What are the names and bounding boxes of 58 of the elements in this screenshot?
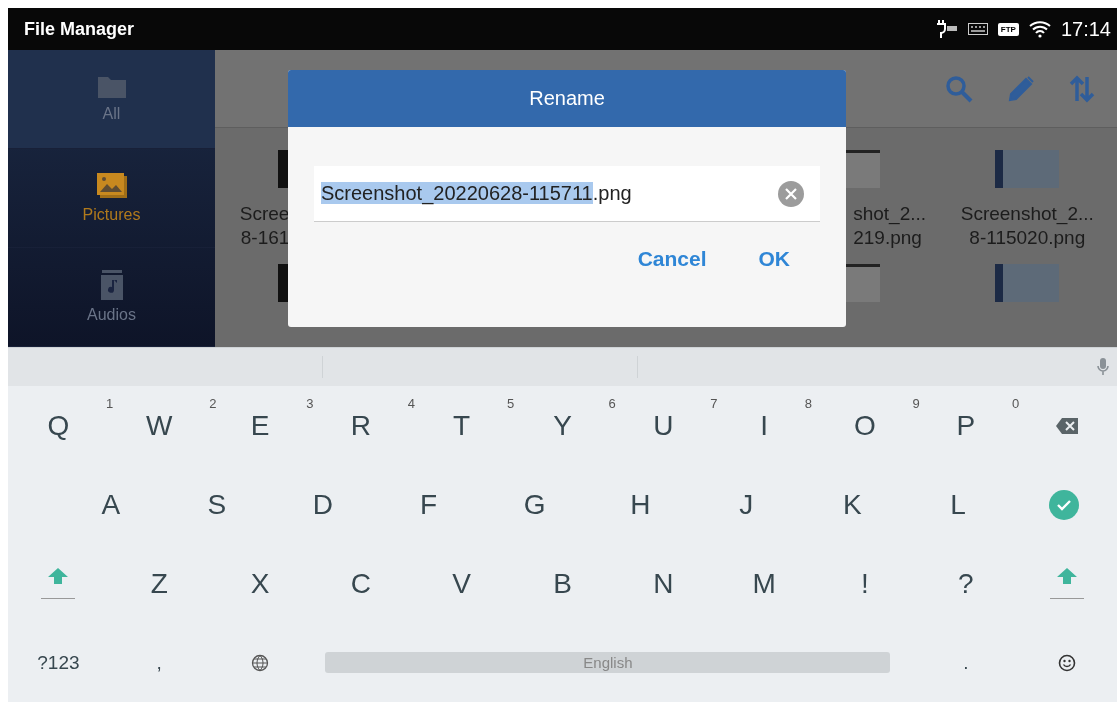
keyboard-key[interactable]: C bbox=[338, 559, 383, 608]
keyboard-key[interactable]: H bbox=[618, 480, 663, 529]
clear-icon[interactable] bbox=[778, 180, 804, 207]
keyboard-key[interactable]: J bbox=[727, 480, 766, 529]
keyboard-key[interactable]: ! bbox=[849, 559, 881, 608]
shift-icon[interactable] bbox=[48, 568, 69, 584]
ftp-badge: FTP bbox=[997, 22, 1019, 36]
search-icon[interactable] bbox=[945, 74, 973, 103]
keyboard-key[interactable]: G bbox=[511, 480, 558, 529]
key-hint: 0 bbox=[1011, 395, 1020, 411]
keyboard-key[interactable]: D bbox=[300, 480, 345, 529]
globe-icon[interactable] bbox=[251, 653, 270, 672]
keyboard-key[interactable]: ?123 bbox=[25, 643, 92, 682]
key-hint: 9 bbox=[912, 395, 920, 411]
keyboard-key[interactable]: S bbox=[195, 480, 239, 529]
keyboard-key[interactable]: N bbox=[641, 559, 686, 608]
keyboard-key[interactable]: K bbox=[830, 480, 874, 529]
key-hint: 1 bbox=[106, 395, 114, 411]
keyboard-key[interactable]: B bbox=[541, 559, 584, 608]
keyboard-key[interactable]: V bbox=[440, 559, 483, 608]
keyboard-key[interactable]: ? bbox=[945, 559, 986, 608]
music-icon bbox=[99, 270, 124, 300]
plug-icon bbox=[935, 19, 958, 39]
image-thumbnail[interactable] bbox=[995, 150, 1060, 188]
key-hint: 3 bbox=[306, 395, 314, 411]
clock-time: 17:14 bbox=[1060, 17, 1111, 41]
key-hint: 4 bbox=[407, 395, 415, 411]
ok-button[interactable]: OK bbox=[752, 247, 796, 271]
keyboard-key[interactable]: M bbox=[740, 559, 788, 608]
shift-icon[interactable] bbox=[1056, 568, 1077, 584]
emoji-icon[interactable] bbox=[1057, 653, 1076, 672]
key-hint: 8 bbox=[804, 395, 812, 411]
wifi-icon bbox=[1028, 20, 1051, 38]
keyboard-key[interactable]: , bbox=[144, 643, 174, 682]
key-hint: 5 bbox=[507, 395, 515, 411]
dialog-title: Rename bbox=[288, 70, 846, 127]
image-thumbnail[interactable] bbox=[995, 263, 1060, 302]
key-hint: 2 bbox=[209, 395, 217, 411]
pencil-icon[interactable] bbox=[1007, 74, 1035, 103]
backspace-icon[interactable] bbox=[1055, 417, 1078, 434]
sidebar-item[interactable]: Pictures bbox=[8, 149, 215, 248]
keyboard-key[interactable]: Z bbox=[138, 559, 180, 608]
checkmark-icon[interactable] bbox=[1049, 489, 1080, 520]
keyboard-key[interactable]: L bbox=[938, 480, 978, 529]
picture-icon bbox=[95, 172, 128, 200]
cancel-button[interactable]: Cancel bbox=[631, 247, 713, 271]
key-hint: 7 bbox=[710, 395, 718, 411]
keyboard-key[interactable]: A bbox=[89, 480, 133, 529]
keyboard-key[interactable]: . bbox=[951, 643, 981, 682]
input-field[interactable]: Screenshot_20220628-115711.png bbox=[314, 166, 820, 222]
keyboard-key[interactable]: X bbox=[238, 559, 282, 608]
keyboard-icon bbox=[967, 23, 988, 35]
app-title: File Manager bbox=[24, 18, 135, 40]
keyboard-key[interactable]: F bbox=[408, 480, 450, 529]
folder-icon bbox=[96, 75, 127, 99]
sort-icon[interactable] bbox=[1069, 74, 1095, 103]
microphone-icon[interactable] bbox=[1097, 358, 1109, 376]
key-hint: 6 bbox=[608, 395, 616, 411]
